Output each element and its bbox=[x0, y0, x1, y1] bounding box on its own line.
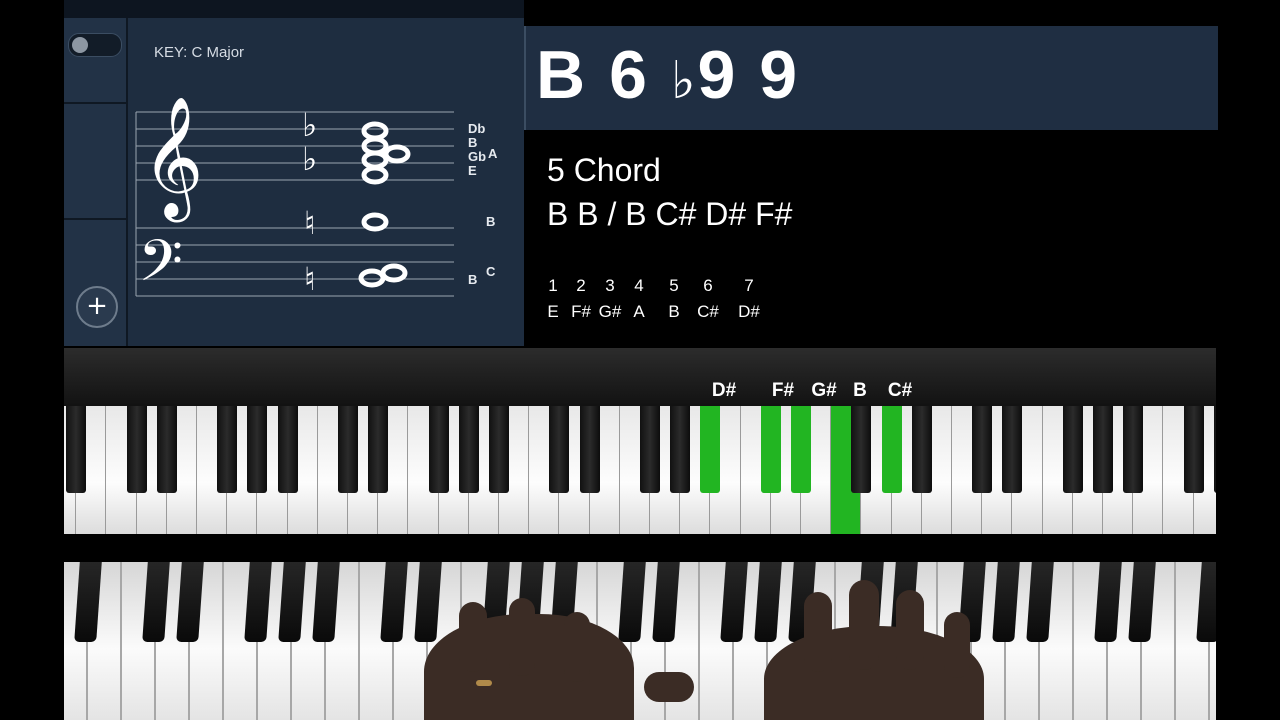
finger bbox=[804, 592, 832, 672]
scale-degree-number: 4 bbox=[634, 276, 644, 295]
chord-info-panel: 5 Chord B B / B C# D# F# 1 E 2 F# 3 G# 4 A 5 B 6 C#… bbox=[524, 130, 1216, 346]
thumb bbox=[644, 672, 694, 702]
black-key[interactable] bbox=[66, 406, 87, 493]
scale-degree-note: C# bbox=[697, 302, 719, 321]
chord-name-panel: B 6 ♭9 9 bbox=[524, 26, 1218, 130]
note-label: B bbox=[468, 272, 478, 287]
black-key[interactable] bbox=[640, 406, 660, 493]
note-label: Gb bbox=[468, 149, 487, 164]
black-key[interactable] bbox=[338, 406, 358, 493]
note-label: C bbox=[486, 264, 496, 279]
chord-six: 6 bbox=[609, 37, 649, 113]
chord-symbol: B 6 ♭9 9 bbox=[536, 36, 821, 114]
note-label: A bbox=[488, 146, 498, 161]
black-key[interactable] bbox=[851, 406, 872, 493]
note-label: B bbox=[468, 135, 478, 150]
flat-sign-icon: ♭ bbox=[670, 52, 698, 110]
treble-noteheads bbox=[358, 121, 411, 288]
note-label: Db bbox=[468, 121, 486, 136]
black-key[interactable] bbox=[670, 406, 691, 493]
flat-sign-icon: ♭ bbox=[302, 140, 317, 178]
black-key[interactable] bbox=[489, 406, 509, 493]
black-key[interactable] bbox=[368, 406, 389, 493]
svg-text:𝄢: 𝄢 bbox=[138, 227, 183, 309]
finger bbox=[509, 598, 535, 676]
notation-panel: + KEY: C Major 𝄞 𝄢 ♭ ♭ ♮ ♮ Db B Gb E A B… bbox=[64, 0, 524, 346]
natural-sign-icon: ♮ bbox=[304, 204, 315, 242]
staff-notation: 𝄞 𝄢 ♭ ♭ ♮ ♮ bbox=[135, 95, 454, 309]
scale-degree-number: 7 bbox=[744, 276, 754, 295]
black-key[interactable] bbox=[277, 406, 298, 493]
active-key-label: G# bbox=[811, 380, 837, 401]
black-key[interactable] bbox=[881, 406, 902, 493]
black-key[interactable] bbox=[1123, 406, 1144, 493]
natural-sign-icon: ♮ bbox=[304, 260, 315, 298]
black-key[interactable] bbox=[911, 406, 932, 493]
svg-text:𝄞: 𝄞 bbox=[142, 95, 203, 222]
scale-degree-note: A bbox=[633, 302, 645, 321]
black-key[interactable] bbox=[428, 406, 449, 493]
chord-title: 5 Chord bbox=[547, 152, 661, 188]
black-key[interactable] bbox=[1213, 406, 1216, 493]
treble-note-labels: Db B Gb E bbox=[468, 122, 486, 178]
finger bbox=[459, 602, 487, 672]
bass-clef-icon: 𝄢 bbox=[138, 227, 183, 309]
flat-sign-icon: ♭ bbox=[302, 106, 317, 144]
black-key[interactable] bbox=[972, 406, 993, 493]
black-key[interactable] bbox=[760, 406, 781, 493]
piano-keyboard[interactable] bbox=[64, 406, 1216, 534]
chord-nine: 9 bbox=[697, 37, 738, 113]
black-key[interactable] bbox=[700, 406, 721, 493]
chord-nine-second: 9 bbox=[759, 37, 800, 113]
active-key-label: D# bbox=[711, 380, 737, 401]
note-label: E bbox=[468, 163, 477, 178]
black-key[interactable] bbox=[579, 406, 600, 493]
black-key[interactable] bbox=[247, 406, 268, 493]
note-label: B bbox=[486, 214, 496, 229]
black-key[interactable] bbox=[217, 406, 238, 493]
finger bbox=[944, 612, 970, 678]
finger bbox=[896, 590, 924, 670]
scale-degree-note: D# bbox=[738, 302, 760, 321]
treble-clef-icon: 𝄞 bbox=[142, 95, 203, 222]
black-key[interactable] bbox=[458, 406, 479, 493]
scale-degree-number: 6 bbox=[703, 276, 713, 295]
active-key-label: F# bbox=[771, 380, 795, 401]
ring bbox=[476, 680, 492, 686]
active-key-label: B bbox=[853, 380, 867, 401]
keyboard-header bbox=[64, 348, 1216, 406]
black-key[interactable] bbox=[1183, 406, 1204, 493]
black-key[interactable] bbox=[791, 406, 811, 493]
active-key-label: C# bbox=[887, 380, 913, 401]
black-key[interactable] bbox=[1002, 406, 1023, 493]
accidentals: ♭ ♭ ♮ ♮ bbox=[302, 106, 317, 298]
chord-root: B bbox=[536, 37, 588, 113]
piano-video bbox=[64, 562, 1216, 720]
finger bbox=[564, 612, 590, 682]
black-key[interactable] bbox=[1093, 406, 1113, 493]
black-key[interactable] bbox=[126, 406, 147, 493]
black-key[interactable] bbox=[156, 406, 177, 493]
chord-notes: B B / B C# D# F# bbox=[547, 196, 793, 232]
finger bbox=[849, 580, 879, 670]
black-key[interactable] bbox=[549, 406, 570, 493]
black-key[interactable] bbox=[1062, 406, 1083, 493]
